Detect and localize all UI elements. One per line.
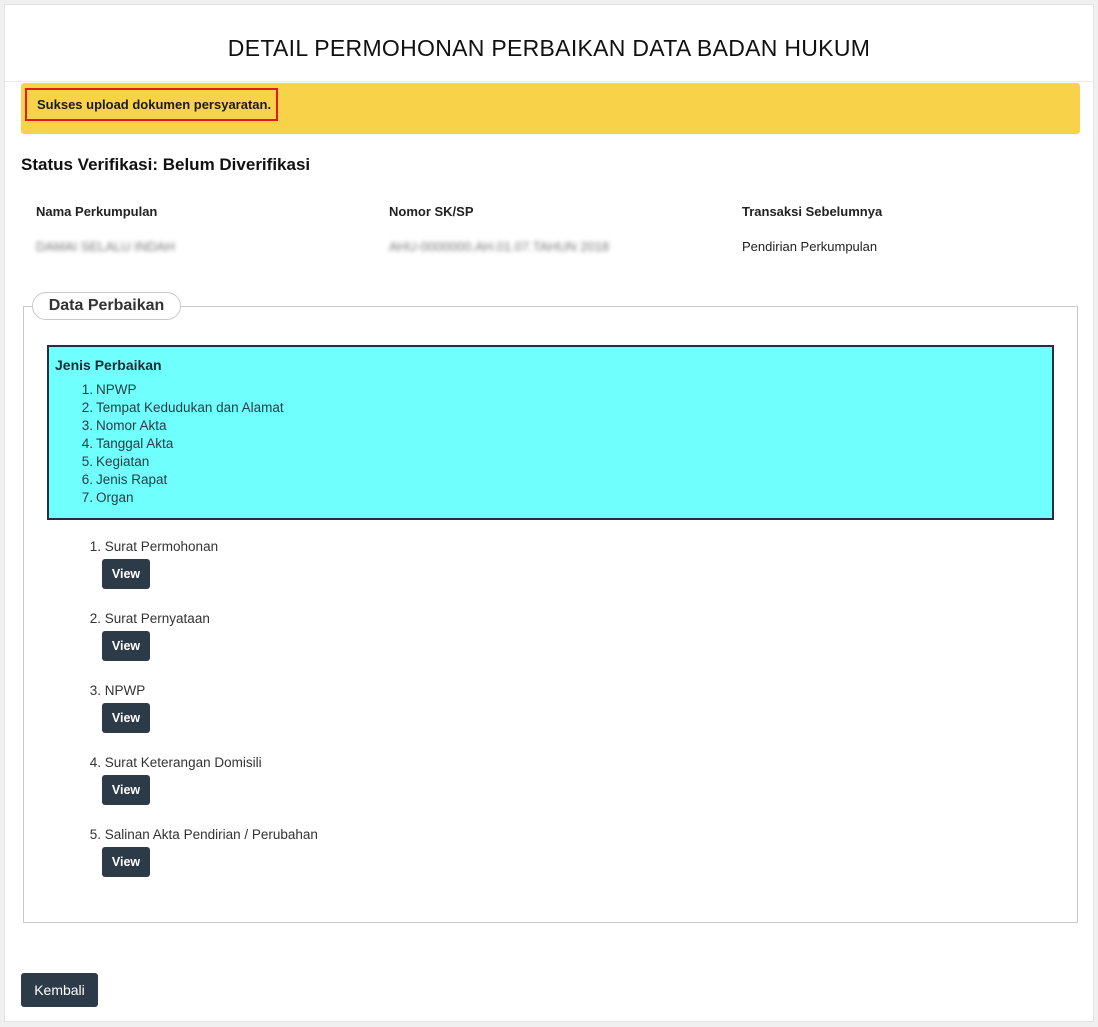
title-divider bbox=[5, 81, 1093, 82]
document-label: 4. Surat Keterangan Domisili bbox=[89, 755, 262, 770]
list-item: 2. Tempat Kedudukan dan Alamat bbox=[81, 400, 284, 415]
jenis-perbaikan-title: Jenis Perbaikan bbox=[55, 357, 162, 373]
alert-message: Sukses upload dokumen persyaratan. bbox=[25, 88, 278, 121]
list-item: 7. Organ bbox=[81, 490, 134, 505]
list-item: 3. Nomor Akta bbox=[81, 418, 167, 433]
list-item: 5. Kegiatan bbox=[81, 454, 150, 469]
list-item: 6. Jenis Rapat bbox=[81, 472, 168, 487]
verification-status: Status Verifikasi: Belum Diverifikasi bbox=[21, 155, 311, 174]
data-perbaikan-legend: Data Perbaikan bbox=[32, 292, 181, 320]
document-label: 1. Surat Permohonan bbox=[89, 539, 219, 554]
view-surat-permohonan-button[interactable]: View bbox=[102, 559, 150, 589]
document-item-surat-keterangan-domisili: 4. Surat Keterangan Domisili View bbox=[85, 755, 262, 805]
back-button[interactable]: Kembali bbox=[21, 973, 98, 1007]
view-salinan-akta-button[interactable]: View bbox=[102, 847, 150, 877]
list-item: 1. NPWP bbox=[81, 382, 137, 397]
info-value-transaksi-sebelumnya: Pendirian Perkumpulan bbox=[742, 239, 878, 254]
info-value-nomor-sk: AHU-0000000.AH.01.07.TAHUN 2018 bbox=[389, 239, 610, 254]
info-label-nomor-sk: Nomor SK/SP bbox=[389, 204, 474, 219]
info-label-transaksi-sebelumnya: Transaksi Sebelumnya bbox=[742, 204, 883, 219]
document-item-surat-pernyataan: 2. Surat Pernyataan View bbox=[85, 611, 210, 661]
info-label-nama-perkumpulan: Nama Perkumpulan bbox=[36, 204, 158, 219]
document-label: 2. Surat Pernyataan bbox=[89, 611, 210, 626]
document-item-npwp: 3. NPWP View bbox=[85, 683, 150, 733]
view-surat-keterangan-domisili-button[interactable]: View bbox=[102, 775, 150, 805]
page-title: DETAIL PERMOHONAN PERBAIKAN DATA BADAN H… bbox=[227, 35, 871, 61]
list-item: 4. Tanggal Akta bbox=[81, 436, 174, 451]
view-npwp-button[interactable]: View bbox=[102, 703, 150, 733]
main-card: DETAIL PERMOHONAN PERBAIKAN DATA BADAN H… bbox=[4, 4, 1094, 1022]
document-item-surat-permohonan: 1. Surat Permohonan View bbox=[85, 539, 219, 589]
document-label: 5. Salinan Akta Pendirian / Perubahan bbox=[89, 827, 318, 842]
document-label: 3. NPWP bbox=[89, 683, 146, 698]
info-value-nama-perkumpulan: DAMAI SELALU INDAH bbox=[36, 239, 175, 254]
view-surat-pernyataan-button[interactable]: View bbox=[102, 631, 150, 661]
success-alert: Sukses upload dokumen persyaratan. bbox=[21, 83, 1080, 134]
document-item-salinan-akta: 5. Salinan Akta Pendirian / Perubahan Vi… bbox=[85, 827, 318, 877]
jenis-perbaikan-box: Jenis Perbaikan 1. NPWP 2. Tempat Keduduka… bbox=[47, 345, 1054, 520]
